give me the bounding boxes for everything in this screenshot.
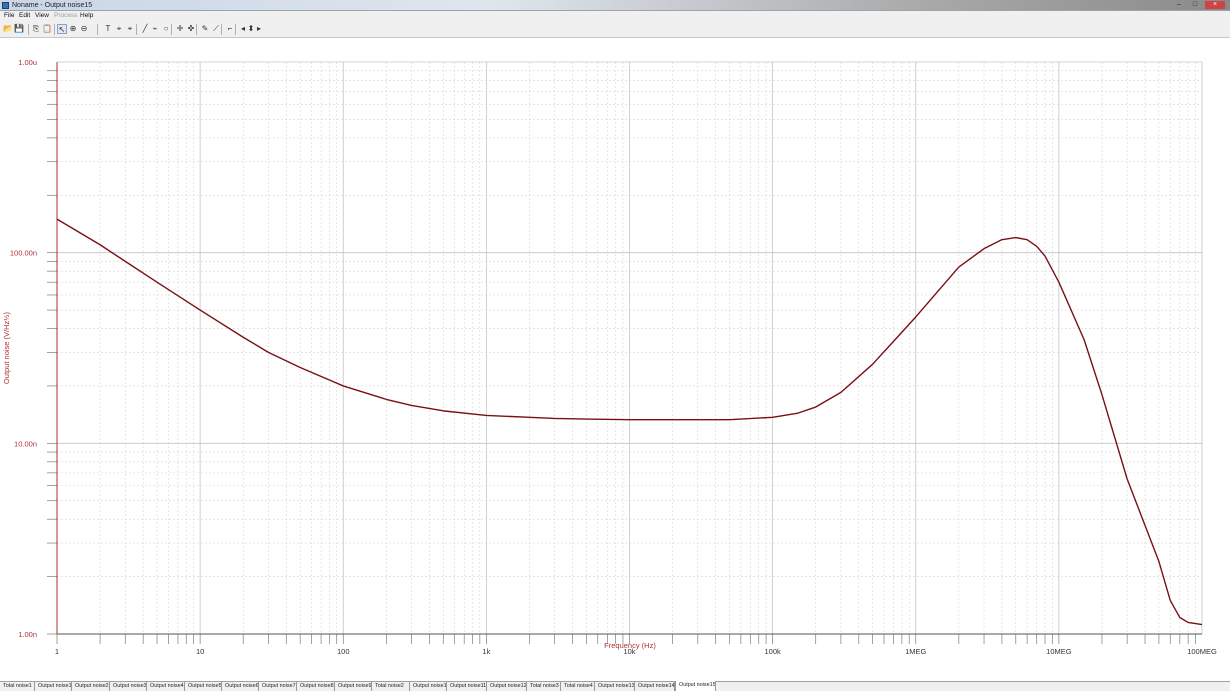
x-tick-label: 1MEG [905, 647, 926, 656]
cursor-b-icon[interactable]: ⌖ [125, 24, 135, 34]
menu-bar: File Edit View Process Help [0, 11, 1230, 21]
close-button[interactable]: × [1205, 1, 1225, 9]
tab-output-noise13[interactable]: Output noise13 [595, 682, 635, 691]
y-tick-label: 1.00n [18, 630, 37, 639]
tab-total-noise1[interactable]: Total noise1 [0, 682, 35, 691]
crosshair-b-icon[interactable]: ✜ [186, 24, 196, 34]
grid-lines [56, 61, 1203, 635]
toolbar-separator [235, 24, 236, 35]
menu-process[interactable]: Process [54, 11, 77, 21]
menu-edit[interactable]: Edit [19, 11, 30, 21]
x-tick-label: 100k [764, 647, 781, 656]
toolbar-separator [171, 24, 172, 35]
tab-output-noise2[interactable]: Output noise2 [72, 682, 110, 691]
x-tick-label: 100MEG [1187, 647, 1217, 656]
tick-labels: 1 10 100 1k 10k 100k 1MEG 10MEG 100MEG1.00u100.0… [10, 58, 1217, 656]
line-icon[interactable]: ╱ [140, 24, 150, 34]
zoom-out-icon[interactable]: ⊖ [79, 24, 89, 34]
marker-icon[interactable]: ✎ [200, 24, 210, 34]
menu-view[interactable]: View [35, 11, 49, 21]
ellipse-icon[interactable]: ○ [161, 24, 171, 34]
toolbar-separator [97, 24, 98, 35]
x-tick-label: 1 [55, 647, 59, 656]
tab-output-noise3[interactable]: Output noise3 [110, 682, 147, 691]
tangent-icon[interactable]: ⟋ [211, 24, 221, 34]
toolbar-separator [54, 24, 55, 35]
tab-output-noise5[interactable]: Output noise5 [185, 682, 222, 691]
title-bar: Noname - Output noise15 – □ × [0, 0, 1230, 11]
tab-output-noise9[interactable]: Output noise9 [335, 682, 372, 691]
x-axis-label: Frequency (Hz) [604, 641, 656, 650]
tab-output-noise1[interactable]: Output noise1 [35, 682, 72, 691]
menu-file[interactable]: File [4, 11, 14, 21]
tab-output-noise4[interactable]: Output noise4 [147, 682, 185, 691]
toolbar-separator [221, 24, 222, 35]
menu-help[interactable]: Help [80, 11, 93, 21]
tab-output-noise11[interactable]: Output noise11 [447, 682, 487, 691]
tab-bar: Total noise1 Output noise1 Output noise2 Ou… [0, 681, 1230, 691]
tab-output-noise15[interactable]: Output noise15 [675, 681, 716, 691]
noise-chart: 1 10 100 1k 10k 100k 1MEG 10MEG 100MEG1.00u100.0… [2, 58, 1217, 656]
maximize-button[interactable]: □ [1188, 1, 1202, 9]
arrow-icon[interactable]: ⌁ [150, 24, 160, 34]
zoom-in-icon[interactable]: ⊕ [68, 24, 78, 34]
tab-total-noise4[interactable]: Total noise4 [561, 682, 595, 691]
minimize-button[interactable]: – [1172, 1, 1186, 9]
pointer-icon[interactable]: ↖ [57, 24, 67, 34]
y-tick-label: 1.00u [18, 58, 37, 67]
app-icon [2, 2, 9, 9]
crosshair-a-icon[interactable]: ✛ [175, 24, 185, 34]
tab-total-noise3[interactable]: Total noise3 [527, 682, 561, 691]
window-title: Noname - Output noise15 [12, 2, 93, 9]
x-tick-label: 1k [482, 647, 490, 656]
open-icon[interactable]: 📂 [3, 24, 13, 34]
tab-output-noise7[interactable]: Output noise7 [259, 682, 297, 691]
copy-icon[interactable]: ⎘ [31, 24, 41, 34]
tab-output-noise6[interactable]: Output noise6 [222, 682, 259, 691]
save-icon[interactable]: 💾 [14, 24, 24, 34]
paste-icon[interactable]: 📋 [42, 24, 52, 34]
x-tick-label: 10 [196, 647, 204, 656]
tab-output-noise14[interactable]: Output noise14 [635, 682, 675, 691]
y-axis-label: Output noise (V/Hz½) [2, 311, 11, 384]
x-tick-label: 10MEG [1046, 647, 1072, 656]
x-tick-label: 100 [337, 647, 350, 656]
toolbar-separator [136, 24, 137, 35]
text-icon[interactable]: T [103, 24, 113, 34]
cursor-a-icon[interactable]: ⌖ [114, 24, 124, 34]
label-icon[interactable]: ⌐ [225, 24, 235, 34]
toolbar-separator [28, 24, 29, 35]
pan-right-icon[interactable]: ▸ [254, 24, 264, 34]
tab-output-noise12[interactable]: Output noise12 [487, 682, 527, 691]
y-tick-label: 10.00n [14, 439, 37, 448]
tab-output-noise10[interactable]: Output noise10 [410, 682, 447, 691]
tab-output-noise8[interactable]: Output noise8 [297, 682, 335, 691]
axes [47, 62, 1202, 644]
tab-total-noise2[interactable]: Total noise2 [372, 682, 410, 691]
toolbar: 📂 💾 ⎘ 📋 ↖ ⊕ ⊖ T ⌖ ⌖ ╱ ⌁ ○ ✛ ✜ ✎ ⟋ ⌐ ◂ ⬍ ▸ [0, 21, 1230, 38]
y-tick-label: 100.00n [10, 249, 37, 258]
toolbar-separator [196, 24, 197, 35]
